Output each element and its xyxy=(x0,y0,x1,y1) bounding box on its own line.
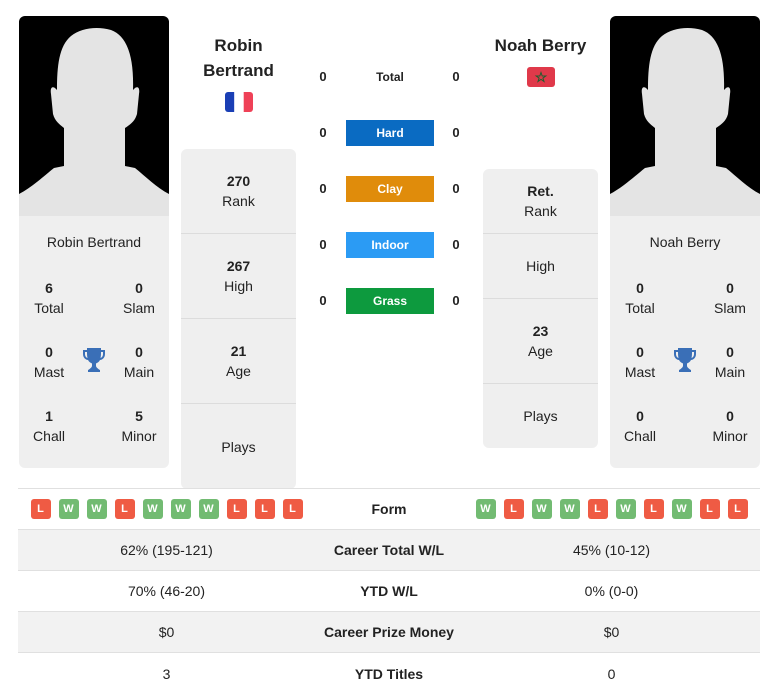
france-flag-icon xyxy=(225,92,253,112)
table-row: 3 YTD Titles 0 xyxy=(18,653,760,694)
form-label: Form xyxy=(371,501,407,517)
player1-total-titles: 6 Total xyxy=(34,280,64,316)
table-row: 70% (46-20) YTD W/L 0% (0-0) xyxy=(18,571,760,612)
p2-indoor-value: 0 xyxy=(452,237,460,252)
surface-total-label: Total xyxy=(376,70,404,84)
silhouette-icon xyxy=(19,28,169,216)
player2-total-titles: 0 Total xyxy=(625,280,655,316)
form-badge-win[interactable]: W xyxy=(58,499,79,519)
player2-stats-panel: Ret. Rank High 23 Age Plays xyxy=(483,169,598,448)
player1-card: Robin Bertrand 6 Total 0 Slam 0 Mast 0 M… xyxy=(19,16,169,468)
player2-rank: Ret. Rank xyxy=(483,169,598,234)
row-label: Career Total W/L xyxy=(333,542,445,558)
player1-value: 62% (195-121) xyxy=(120,542,213,558)
player1-name[interactable]: Robin Bertrand xyxy=(181,33,296,83)
player2-name[interactable]: Noah Berry xyxy=(483,33,598,58)
form-badge-loss[interactable]: L xyxy=(727,499,748,519)
player1-main-titles: 0 Main xyxy=(123,344,155,380)
form-badge-win[interactable]: W xyxy=(170,499,191,519)
player1-photo xyxy=(19,16,169,216)
row-label: YTD W/L xyxy=(360,583,418,599)
surface-hard-badge: Hard xyxy=(346,120,434,146)
form-badge-win[interactable]: W xyxy=(475,499,496,519)
player2-main-titles: 0 Main xyxy=(714,344,746,380)
player2-mast-titles: 0 Mast xyxy=(624,344,656,380)
player2-value: 0% (0-0) xyxy=(584,583,639,599)
player2-value: $0 xyxy=(603,624,620,640)
form-badge-win[interactable]: W xyxy=(86,499,107,519)
player2-card-name: Noah Berry xyxy=(649,234,721,250)
table-row: 62% (195-121) Career Total W/L 45% (10-1… xyxy=(18,530,760,571)
p1-clay-value: 0 xyxy=(319,181,327,196)
player1-age: 21 Age xyxy=(181,319,296,404)
player2-high: High xyxy=(483,234,598,299)
p1-total-value: 0 xyxy=(319,69,327,84)
surface-row-indoor: 0 Indoor 0 xyxy=(310,232,470,258)
player1-stats-panel: 270 Rank 267 High 21 Age Plays xyxy=(181,149,296,489)
player1-form: LWWLWWWLLL xyxy=(18,499,315,519)
surface-clay-badge: Clay xyxy=(346,176,434,202)
form-badge-win[interactable]: W xyxy=(142,499,163,519)
player2-card: Noah Berry 0 Total 0 Slam 0 Mast 0 Main … xyxy=(610,16,760,468)
player2-photo xyxy=(610,16,760,216)
p1-grass-value: 0 xyxy=(319,293,327,308)
morocco-flag-icon xyxy=(527,67,555,87)
p2-hard-value: 0 xyxy=(452,125,460,140)
player1-chall-titles: 1 Chall xyxy=(33,408,65,444)
player1-value: 3 xyxy=(162,665,171,682)
player1-slam-titles: 0 Slam xyxy=(123,280,155,316)
player2-plays: Plays xyxy=(523,408,558,424)
form-badge-loss[interactable]: L xyxy=(254,499,275,519)
form-row: LWWLWWWLLL Form WLWWLWLWLL xyxy=(18,489,760,530)
surface-row-grass: 0 Grass 0 xyxy=(310,288,470,314)
form-badge-loss[interactable]: L xyxy=(282,499,303,519)
form-badge-win[interactable]: W xyxy=(531,499,552,519)
trophy-icon xyxy=(674,348,696,372)
comparison-table: LWWLWWWLLL Form WLWWLWLWLL 62% (195-121)… xyxy=(18,488,760,694)
player1-plays: Plays xyxy=(221,438,256,455)
form-badge-loss[interactable]: L xyxy=(503,499,524,519)
form-badge-win[interactable]: W xyxy=(198,499,219,519)
form-badge-loss[interactable]: L xyxy=(643,499,664,519)
table-row: $0 Career Prize Money $0 xyxy=(18,612,760,653)
surface-grass-badge: Grass xyxy=(346,288,434,314)
surface-row-hard: 0 Hard 0 xyxy=(310,120,470,146)
player2-age: 23 Age xyxy=(483,299,598,384)
form-badge-win[interactable]: W xyxy=(671,499,692,519)
player1-rank: 270 Rank xyxy=(181,149,296,234)
player1-mast-titles: 0 Mast xyxy=(33,344,65,380)
player2-value: 45% (10-12) xyxy=(572,542,651,558)
player2-form: WLWWLWLWLL xyxy=(463,499,760,519)
player1-high: 267 High xyxy=(181,234,296,319)
form-badge-loss[interactable]: L xyxy=(699,499,720,519)
p2-grass-value: 0 xyxy=(452,293,460,308)
player2-minor-titles: 0 Minor xyxy=(712,408,748,444)
row-label: YTD Titles xyxy=(354,665,424,682)
p2-total-value: 0 xyxy=(452,69,460,84)
player2-slam-titles: 0 Slam xyxy=(714,280,746,316)
form-badge-loss[interactable]: L xyxy=(226,499,247,519)
p1-hard-value: 0 xyxy=(319,125,327,140)
form-badge-loss[interactable]: L xyxy=(587,499,608,519)
form-badge-win[interactable]: W xyxy=(615,499,636,519)
player1-card-name: Robin Bertrand xyxy=(46,234,142,250)
player1-value: $0 xyxy=(158,624,175,640)
surface-indoor-badge: Indoor xyxy=(346,232,434,258)
form-badge-win[interactable]: W xyxy=(559,499,580,519)
surface-row-total: 0 Total 0 xyxy=(310,64,470,90)
p1-indoor-value: 0 xyxy=(319,237,327,252)
surface-row-clay: 0 Clay 0 xyxy=(310,176,470,202)
player1-value: 70% (46-20) xyxy=(127,583,206,599)
form-badge-loss[interactable]: L xyxy=(30,499,51,519)
p2-clay-value: 0 xyxy=(452,181,460,196)
form-badge-loss[interactable]: L xyxy=(114,499,135,519)
player1-minor-titles: 5 Minor xyxy=(121,408,157,444)
player2-value: 0 xyxy=(607,665,616,682)
trophy-icon xyxy=(83,348,105,372)
silhouette-icon xyxy=(610,28,760,216)
player2-chall-titles: 0 Chall xyxy=(624,408,656,444)
row-label: Career Prize Money xyxy=(324,624,454,640)
